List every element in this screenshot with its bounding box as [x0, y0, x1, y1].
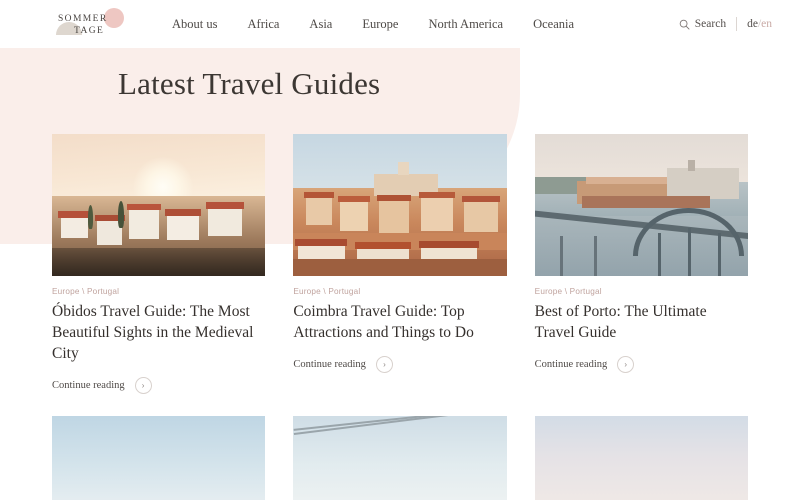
guide-card-image[interactable]	[293, 416, 507, 500]
nav-item-asia[interactable]: Asia	[309, 17, 332, 32]
nav-item-north-america[interactable]: North America	[428, 17, 503, 32]
chevron-right-icon: ›	[375, 356, 393, 374]
main-navigation: About us Africa Asia Europe North Americ…	[172, 17, 574, 32]
continue-reading-label: Continue reading	[52, 380, 125, 392]
nav-item-africa[interactable]: Africa	[248, 17, 280, 32]
page-title: Latest Travel Guides	[118, 66, 381, 101]
guide-card-title[interactable]: Coimbra Travel Guide: Top Attractions an…	[293, 301, 506, 343]
continue-reading-button[interactable]: Continue reading ›	[293, 356, 506, 374]
guide-card[interactable]	[52, 416, 266, 500]
chevron-right-icon: ›	[617, 356, 635, 374]
language-en[interactable]: en	[761, 18, 772, 30]
guide-card-title[interactable]: Best of Porto: The Ultimate Travel Guide	[535, 301, 748, 343]
continue-reading-button[interactable]: Continue reading ›	[52, 377, 265, 395]
logo-line-2: TAGE	[74, 26, 105, 36]
guide-card-image[interactable]	[52, 416, 266, 500]
guide-card-image[interactable]	[534, 134, 748, 276]
logo-line-1: SOMMER	[58, 14, 108, 24]
nav-item-oceania[interactable]: Oceania	[533, 17, 574, 32]
guide-card-title[interactable]: Óbidos Travel Guide: The Most Beautiful …	[52, 301, 265, 364]
travel-guides-grid: Europe \ Portugal Óbidos Travel Guide: T…	[0, 134, 800, 395]
travel-guides-grid-row2	[0, 416, 800, 500]
header-actions: Search de/en	[679, 17, 772, 31]
guide-card[interactable]	[293, 416, 507, 500]
continue-reading-label: Continue reading	[293, 359, 366, 371]
guide-card[interactable]: Europe \ Portugal Óbidos Travel Guide: T…	[52, 134, 266, 395]
site-header: SOMMER TAGE About us Africa Asia Europe …	[0, 0, 800, 48]
guide-card[interactable]	[534, 416, 748, 500]
chevron-right-icon: ›	[134, 377, 152, 395]
nav-item-about-us[interactable]: About us	[172, 17, 218, 32]
nav-item-europe[interactable]: Europe	[362, 17, 398, 32]
guide-card-image[interactable]	[293, 134, 507, 276]
search-label: Search	[694, 18, 727, 30]
continue-reading-button[interactable]: Continue reading ›	[534, 356, 748, 374]
continue-reading-label: Continue reading	[534, 359, 608, 371]
search-icon	[679, 19, 690, 30]
language-de[interactable]: de	[747, 18, 758, 30]
search-button[interactable]: Search	[679, 18, 726, 30]
guide-card-image[interactable]	[534, 416, 748, 500]
guide-card-breadcrumb[interactable]: Europe \ Portugal	[293, 287, 506, 296]
guide-card[interactable]: Europe \ Portugal Coimbra Travel Guide: …	[293, 134, 507, 394]
page-root: SOMMER TAGE About us Africa Asia Europe …	[0, 0, 800, 500]
sommer-tage-logo[interactable]: SOMMER TAGE	[52, 6, 130, 42]
guide-card-image[interactable]	[52, 134, 266, 276]
language-switcher[interactable]: de/en	[747, 18, 772, 30]
guide-card-breadcrumb[interactable]: Europe \ Portugal	[535, 287, 748, 296]
header-divider	[736, 17, 738, 31]
guide-card[interactable]: Europe \ Portugal Best of Porto: The Ult…	[534, 134, 748, 394]
guide-card-breadcrumb[interactable]: Europe \ Portugal	[52, 287, 265, 296]
